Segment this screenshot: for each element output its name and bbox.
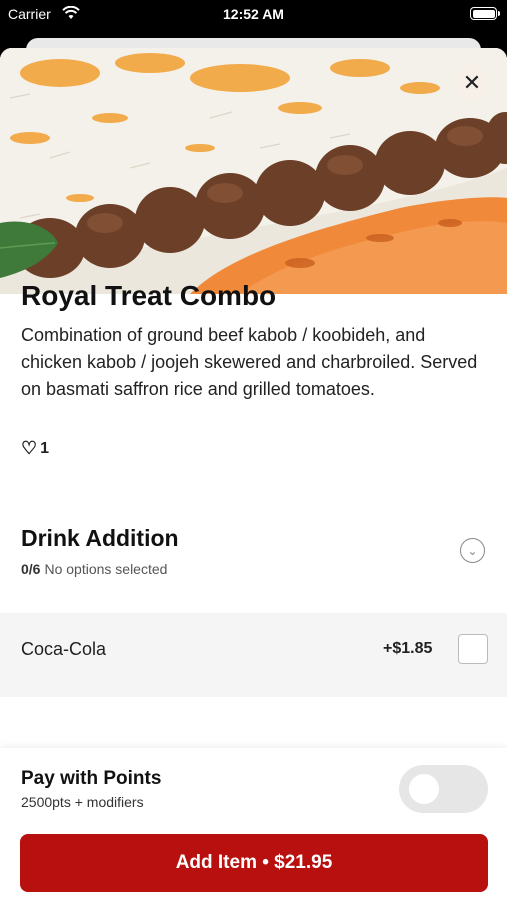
status-bar: Carrier 12:52 AM [0,0,507,30]
item-description: Combination of ground beef kabob / koobi… [21,325,478,399]
battery-icon [470,7,500,20]
close-button[interactable]: ✕ [453,64,491,102]
option-checkbox[interactable] [458,634,488,664]
selection-count: 0/6 [21,561,41,577]
pay-with-points-title: Pay with Points [21,768,162,789]
option-row-coca-cola[interactable]: Coca-Cola +$1.85 [0,613,507,697]
heart-icon: ♡ [21,438,38,458]
item-detail-sheet: ✕ Royal Treat Combo Combination of groun… [0,48,507,900]
checkout-footer: Pay with Points 2500pts + modifiers Add … [0,748,507,900]
like-counter[interactable]: ♡ 1 [21,438,49,459]
option-name: Coca-Cola [21,639,107,659]
food-photo: ✕ [0,48,507,294]
pay-with-points-subtitle: 2500pts + modifiers [21,794,144,810]
add-item-button[interactable]: Add Item • $21.95 [20,834,488,892]
close-icon: ✕ [462,70,482,95]
like-count: 1 [40,439,50,457]
drink-addition-title: Drink Addition [21,525,179,551]
option-price: +$1.85 [383,640,433,657]
pay-with-points-toggle[interactable] [399,765,488,813]
status-time: 12:52 AM [223,6,284,22]
toggle-knob [409,774,439,804]
drink-addition-status: 0/6 No options selected [21,561,167,577]
chevron-down-icon[interactable]: ⌄ [460,538,485,563]
selection-status: No options selected [44,561,168,577]
item-title: Royal Treat Combo [21,280,277,311]
